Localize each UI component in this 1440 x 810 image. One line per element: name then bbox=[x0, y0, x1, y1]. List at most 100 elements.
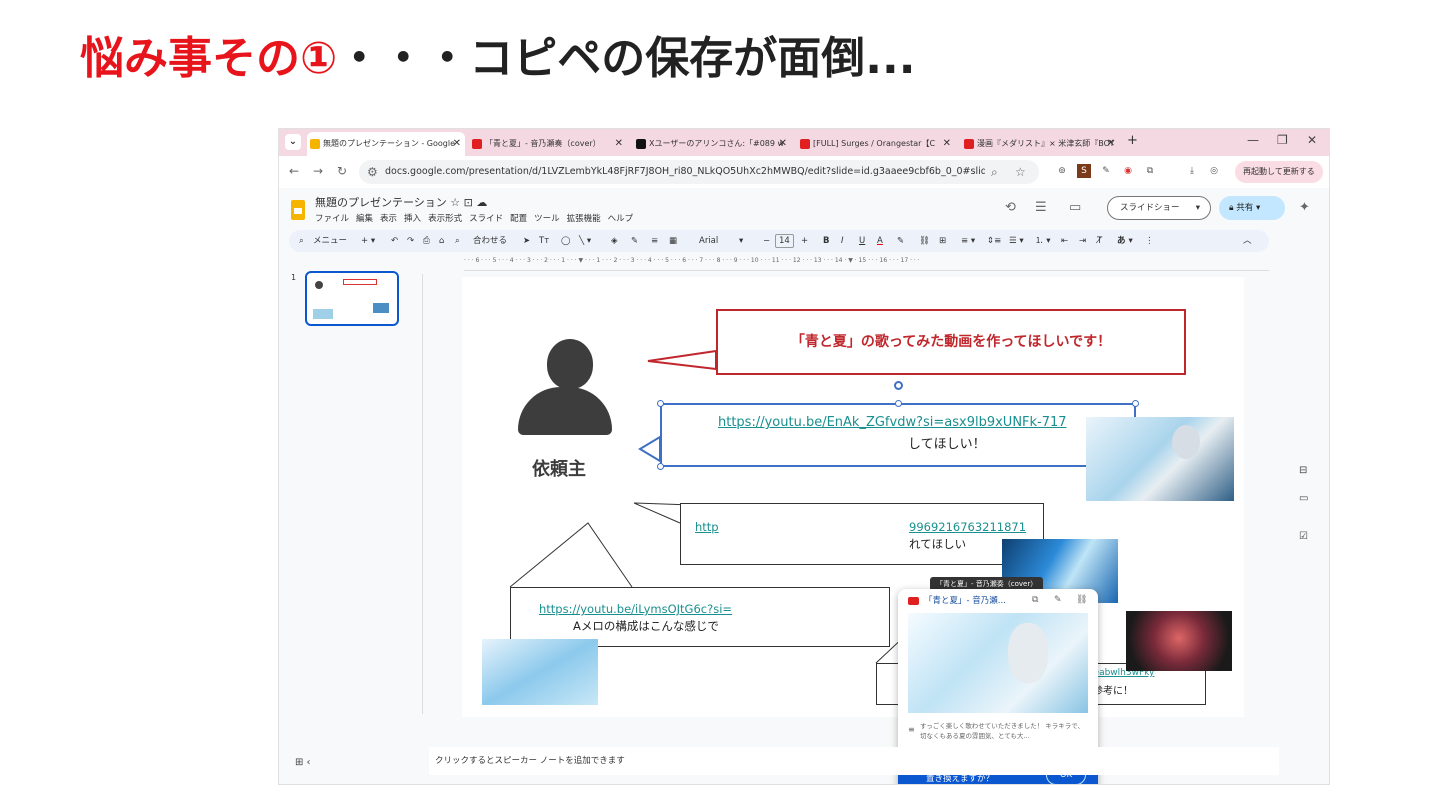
gemini-icon[interactable]: ✦ bbox=[1299, 200, 1310, 215]
tab-youtube-medalist[interactable]: 漫画『メダリスト』× 米津玄師『BOY ✕ bbox=[961, 132, 1119, 156]
forward-icon[interactable]: → bbox=[313, 164, 323, 178]
tab-slides[interactable]: 無題のプレゼンテーション - Google ✕ bbox=[307, 132, 465, 156]
underline-icon[interactable]: U bbox=[859, 230, 865, 252]
fill-color-icon[interactable]: ◈ bbox=[611, 230, 618, 252]
extension-s-icon[interactable]: S bbox=[1077, 164, 1091, 178]
callout-3[interactable]: https://youtu.be/iLymsOJtG6c?si= Aメロの構成は… bbox=[510, 587, 890, 647]
menu-tools[interactable]: ツール bbox=[534, 214, 560, 224]
resize-handle[interactable] bbox=[895, 400, 902, 407]
italic-icon[interactable]: I bbox=[841, 230, 844, 252]
back-icon[interactable]: ← bbox=[289, 164, 299, 178]
clear-format-icon[interactable]: T̸ bbox=[1097, 230, 1102, 252]
menu-file[interactable]: ファイル bbox=[315, 214, 349, 224]
highlight-icon[interactable]: ✎ bbox=[897, 230, 904, 252]
redo-icon[interactable]: ↷ bbox=[407, 230, 414, 252]
textbox-icon[interactable]: Tт bbox=[539, 230, 549, 252]
reference-link-2b[interactable]: 9969216763211871 bbox=[909, 520, 1026, 534]
border-color-icon[interactable]: ✎ bbox=[631, 230, 638, 252]
comments-icon[interactable]: ☰ bbox=[1035, 200, 1047, 215]
new-slide-icon[interactable]: + ▾ bbox=[361, 230, 375, 252]
fit-zoom[interactable]: 合わせる bbox=[473, 230, 507, 252]
search-icon[interactable]: ⌕ bbox=[299, 230, 304, 252]
menu-search[interactable]: メニュー bbox=[313, 230, 347, 252]
resize-handle[interactable] bbox=[657, 463, 664, 470]
new-tab-button[interactable]: + bbox=[1127, 133, 1138, 148]
collapse-toolbar-icon[interactable]: ︿ bbox=[1243, 230, 1252, 252]
move-folder-icon[interactable]: ⊡ bbox=[464, 196, 473, 209]
rotate-handle[interactable] bbox=[894, 381, 903, 390]
line-icon[interactable]: ╲ ▾ bbox=[579, 230, 591, 252]
tab-search-icon[interactable]: ⌄ bbox=[285, 134, 301, 150]
preview-thumbnail[interactable] bbox=[908, 613, 1088, 713]
history-icon[interactable]: ⟲ bbox=[1005, 200, 1016, 215]
tab-x-post[interactable]: Xユーザーのアリンコさん:「#089 w ✕ bbox=[633, 132, 791, 156]
extension-edit-icon[interactable]: ✎ bbox=[1099, 164, 1113, 178]
tab-close-icon[interactable]: ✕ bbox=[943, 132, 951, 156]
speaker-notes[interactable]: クリックするとスピーカー ノートを追加できます bbox=[429, 747, 1279, 775]
request-callout[interactable]: 「青と夏」の歌ってみた動画を作ってほしいです！ bbox=[716, 309, 1186, 375]
menu-slide[interactable]: スライド bbox=[469, 214, 503, 224]
slideshow-button[interactable]: スライドショー ▾ bbox=[1107, 196, 1211, 220]
reload-icon[interactable]: ↻ bbox=[337, 164, 347, 178]
text-color-icon[interactable]: A bbox=[877, 230, 883, 252]
border-dash-icon[interactable]: ▦ bbox=[669, 230, 677, 252]
resize-handle[interactable] bbox=[657, 400, 664, 407]
decrease-font-icon[interactable]: − bbox=[763, 230, 770, 252]
tab-youtube-surges[interactable]: [FULL] Surges / Orangestar【C ✕ bbox=[797, 132, 955, 156]
star-icon[interactable]: ☆ bbox=[450, 196, 460, 209]
zoom-icon[interactable]: ⌕ bbox=[991, 165, 998, 180]
comment-icon[interactable]: ⊞ bbox=[939, 230, 946, 252]
slide-canvas[interactable]: 依頼主 「青と夏」の歌ってみた動画を作ってほしいです！ https://yout… bbox=[462, 277, 1244, 784]
print-icon[interactable]: ⎙ bbox=[423, 230, 430, 252]
font-select[interactable]: Arial bbox=[699, 230, 718, 252]
side-panel-folder-icon[interactable]: ▭ bbox=[1299, 493, 1308, 504]
shape-icon[interactable]: ◯ bbox=[561, 230, 571, 252]
bookmark-star-icon[interactable]: ☆ bbox=[1015, 165, 1026, 179]
menu-arrange[interactable]: 配置 bbox=[510, 214, 527, 224]
callout-2[interactable]: http 9969216763211871 れてほしい bbox=[680, 503, 1044, 565]
border-weight-icon[interactable]: ≡ bbox=[651, 230, 658, 252]
menu-format[interactable]: 表示形式 bbox=[428, 214, 462, 224]
input-tools-icon[interactable]: あ ▾ bbox=[1117, 230, 1133, 252]
close-window-icon[interactable]: ✕ bbox=[1307, 133, 1317, 147]
menu-edit[interactable]: 編集 bbox=[356, 214, 373, 224]
indent-decrease-icon[interactable]: ⇤ bbox=[1061, 230, 1068, 252]
tab-close-icon[interactable]: ✕ bbox=[453, 132, 461, 156]
reference-image-anime-girl[interactable] bbox=[1086, 417, 1234, 501]
line-spacing-icon[interactable]: ⇕≡ bbox=[987, 230, 1001, 252]
tab-close-icon[interactable]: ✕ bbox=[1107, 132, 1115, 156]
minimize-icon[interactable]: — bbox=[1247, 133, 1259, 147]
reference-link-1[interactable]: https://youtu.be/EnAk_ZGfvdw?si=asx9lb9x… bbox=[718, 415, 1067, 430]
selected-callout[interactable] bbox=[657, 400, 1139, 470]
menu-view[interactable]: 表示 bbox=[380, 214, 397, 224]
copy-icon[interactable]: ⧉ bbox=[1032, 595, 1038, 605]
paint-format-icon[interactable]: ⌂ bbox=[439, 230, 444, 252]
extension-icon[interactable]: ⊚ bbox=[1055, 164, 1069, 178]
align-icon[interactable]: ≡ ▾ bbox=[961, 230, 975, 252]
site-info-icon[interactable]: ⚙ bbox=[367, 165, 378, 179]
select-icon[interactable]: ➤ bbox=[523, 230, 530, 252]
tab-close-icon[interactable]: ✕ bbox=[779, 132, 787, 156]
reference-image-water[interactable] bbox=[482, 639, 598, 705]
numbered-list-icon[interactable]: ⒈ ▾ bbox=[1035, 230, 1050, 252]
tab-close-icon[interactable]: ✕ bbox=[615, 132, 623, 156]
increase-font-icon[interactable]: + bbox=[801, 230, 808, 252]
preview-title[interactable]: 「青と夏」- 音乃瀬... bbox=[924, 594, 1006, 606]
bullet-list-icon[interactable]: ☰ ▾ bbox=[1009, 230, 1024, 252]
reference-link-2a[interactable]: http bbox=[695, 520, 719, 534]
link-icon[interactable]: ⛓ bbox=[919, 230, 930, 252]
more-icon[interactable]: ⋮ bbox=[1145, 230, 1154, 252]
font-size-input[interactable]: 14 bbox=[775, 234, 794, 248]
grid-view-icon[interactable]: ⊞ ‹ bbox=[295, 757, 311, 768]
menu-insert[interactable]: 挿入 bbox=[404, 214, 421, 224]
doc-title[interactable]: 無題のプレゼンテーション ☆ ⊡ ☁ bbox=[315, 194, 487, 210]
chevron-down-icon[interactable]: ▾ bbox=[1196, 197, 1200, 219]
edit-icon[interactable]: ✎ bbox=[1054, 595, 1062, 605]
reference-image-red-hair[interactable] bbox=[1126, 611, 1232, 671]
omnibox[interactable]: ⚙ docs.google.com/presentation/d/1LVZLem… bbox=[359, 160, 1039, 184]
url-text[interactable]: docs.google.com/presentation/d/1LVZLembY… bbox=[385, 160, 985, 184]
relaunch-update-button[interactable]: 再起動して更新する bbox=[1235, 161, 1323, 183]
profile-icon[interactable]: ◎ bbox=[1207, 164, 1221, 178]
menu-extensions[interactable]: 拡張機能 bbox=[567, 214, 601, 224]
side-panel-keep-icon[interactable]: ⊟ bbox=[1299, 465, 1307, 476]
